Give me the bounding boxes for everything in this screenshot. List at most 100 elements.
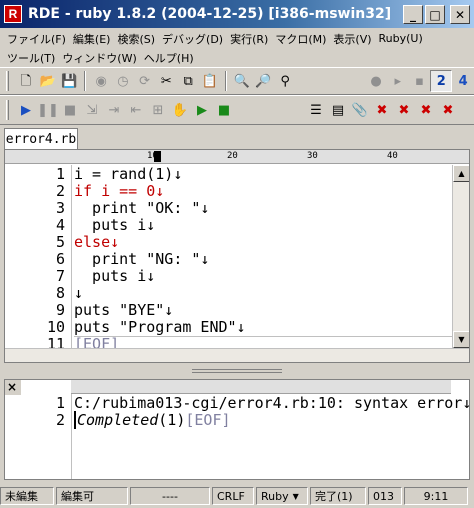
maximize-button[interactable]: □: [425, 5, 445, 24]
line-number: 2: [55, 182, 65, 200]
ruler-mark: 20: [227, 151, 238, 161]
run-gear-icon[interactable]: ◉: [90, 70, 112, 92]
status-language-label: Ruby: [261, 489, 289, 503]
run-to-cursor-icon[interactable]: ▶: [191, 99, 213, 121]
tab-width-4-button[interactable]: 4: [452, 70, 474, 92]
editor-vertical-scrollbar[interactable]: ▲ ▼: [452, 165, 469, 348]
variables-icon[interactable]: ▤: [327, 99, 349, 121]
status-position: 9:11: [404, 487, 468, 505]
toolbar-grip[interactable]: [6, 100, 9, 120]
toolbar-separator: [84, 71, 87, 91]
bookmark-next-icon[interactable]: ▸: [387, 70, 409, 92]
status-completion: 完了(1): [310, 487, 366, 505]
status-language[interactable]: Ruby ▼: [256, 487, 308, 505]
line-number: 2: [55, 411, 65, 429]
delete-bookmark-icon[interactable]: ✖: [415, 99, 437, 121]
open-folder-icon[interactable]: 📂: [37, 70, 59, 92]
bookmark-dot-icon[interactable]: ●: [365, 70, 387, 92]
toolbar-grip[interactable]: [6, 71, 9, 91]
minimize-button[interactable]: _: [403, 5, 423, 24]
step-into-icon[interactable]: ⇲: [81, 99, 103, 121]
output-eof: [EOF]: [185, 411, 231, 429]
debug-toolbar: ▶ ❚❚ ■ ⇲ ⇥ ⇤ ⊞ ✋ ▶ ■ ☰ ▤ 📎 ✖ ✖ ✖ ✖: [0, 95, 474, 125]
status-code: 013: [368, 487, 402, 505]
clear-breakpoint-icon[interactable]: ✖: [371, 99, 393, 121]
clock-icon[interactable]: ◷: [112, 70, 134, 92]
document-tabs: error4.rb: [0, 126, 474, 150]
menu-tools[interactable]: ツール(T): [4, 50, 59, 66]
rde-window: R RDE - ruby 1.8.2 (2004-12-25) [i386-ms…: [0, 0, 474, 508]
line-number: 9: [55, 301, 65, 319]
menu-debug[interactable]: デバッグ(D): [159, 31, 227, 47]
code-editor[interactable]: 10 20 30 40 1 2 3 4 5 6 7 8 9 10 11 i = …: [4, 149, 470, 363]
paste-icon[interactable]: 📋: [199, 70, 221, 92]
menu-help[interactable]: ヘルプ(H): [141, 50, 198, 66]
status-modified: 未編集: [0, 487, 54, 505]
tab-width-2-button[interactable]: 2: [430, 70, 453, 92]
splitter-grip[interactable]: [192, 369, 282, 373]
continue-icon[interactable]: ■: [213, 99, 235, 121]
menu-search[interactable]: 検索(S): [114, 31, 159, 47]
code-line: i = rand(1)↓: [74, 165, 183, 183]
pause-icon[interactable]: ❚❚: [37, 99, 59, 121]
find-next-icon[interactable]: 🔎: [252, 70, 274, 92]
code-line: puts i↓: [74, 216, 156, 234]
refresh-icon[interactable]: ⟳: [134, 70, 156, 92]
attach-icon[interactable]: 📎: [349, 99, 371, 121]
output-completed-line: Completed(1)[EOF]: [74, 411, 231, 429]
run-icon[interactable]: ▶: [15, 99, 37, 121]
step-out-icon[interactable]: ⇤: [125, 99, 147, 121]
completed-count: (1): [158, 411, 186, 429]
code-line: print "NG: "↓: [74, 250, 210, 268]
line-number: 7: [55, 267, 65, 285]
step-over-icon[interactable]: ⇥: [103, 99, 125, 121]
breakpoint-list-icon[interactable]: ☰: [305, 99, 327, 121]
line-number: 3: [55, 199, 65, 217]
new-file-icon[interactable]: 🗋: [15, 70, 37, 92]
stop-icon[interactable]: ■: [59, 99, 81, 121]
binoculars-icon[interactable]: ⚲: [274, 70, 296, 92]
toolbar-separator: [224, 71, 227, 91]
output-text-area[interactable]: C:/rubima013-cgi/error4.rb:10: syntax er…: [71, 394, 469, 479]
menu-file[interactable]: ファイル(F): [4, 31, 70, 47]
menu-ruby[interactable]: Ruby(U): [376, 32, 427, 45]
find-icon[interactable]: 🔍: [231, 70, 253, 92]
line-number: 5: [55, 233, 65, 251]
menu-view[interactable]: 表示(V): [330, 31, 375, 47]
output-pane[interactable]: × 1 2 C:/rubima013-cgi/error4.rb:10: syn…: [4, 379, 470, 480]
line-number-gutter: 1 2 3 4 5 6 7 8 9 10 11: [5, 165, 71, 362]
completed-label: Completed: [74, 411, 159, 429]
pane-splitter[interactable]: [0, 364, 474, 378]
code-line-current: puts "Program END"↓: [74, 318, 453, 337]
editor-horizontal-scrollbar[interactable]: [5, 348, 469, 362]
ruler-mark: 10: [147, 151, 158, 161]
line-number: 1: [55, 394, 65, 412]
menu-edit[interactable]: 編集(E): [70, 31, 115, 47]
bookmark-prev-icon[interactable]: ▪: [409, 70, 431, 92]
clear-all-breakpoints-icon[interactable]: ✖: [393, 99, 415, 121]
status-bar: 未編集 編集可 ---- CRLF Ruby ▼ 完了(1) 013 9:11: [0, 484, 474, 508]
output-ruler: [71, 380, 451, 394]
code-line: ↓: [74, 284, 84, 302]
code-line: puts "BYE"↓: [74, 301, 174, 319]
code-line: if i == 0↓: [74, 182, 165, 200]
hand-icon[interactable]: ✋: [169, 99, 191, 121]
status-newline: CRLF: [212, 487, 254, 505]
code-area[interactable]: i = rand(1)↓ if i == 0↓ print "OK: "↓ pu…: [71, 165, 453, 362]
ruler-mark: 30: [307, 151, 318, 161]
close-button[interactable]: ✕: [450, 5, 470, 24]
scroll-up-button[interactable]: ▲: [453, 165, 469, 182]
tab-error4-rb[interactable]: error4.rb: [4, 128, 78, 150]
copy-icon[interactable]: ⧉: [177, 70, 199, 92]
menu-run[interactable]: 実行(R): [227, 31, 272, 47]
save-icon[interactable]: 💾: [58, 70, 80, 92]
cut-icon[interactable]: ✂: [155, 70, 177, 92]
delete-all-bookmarks-icon[interactable]: ✖: [437, 99, 459, 121]
watch-icon[interactable]: ⊞: [147, 99, 169, 121]
output-close-icon[interactable]: ×: [5, 380, 21, 395]
menu-macro[interactable]: マクロ(M): [272, 31, 330, 47]
column-ruler: 10 20 30 40: [5, 150, 469, 164]
scroll-down-button[interactable]: ▼: [453, 331, 469, 348]
line-number: 10: [46, 318, 65, 336]
menu-window[interactable]: ウィンドウ(W): [59, 50, 140, 66]
